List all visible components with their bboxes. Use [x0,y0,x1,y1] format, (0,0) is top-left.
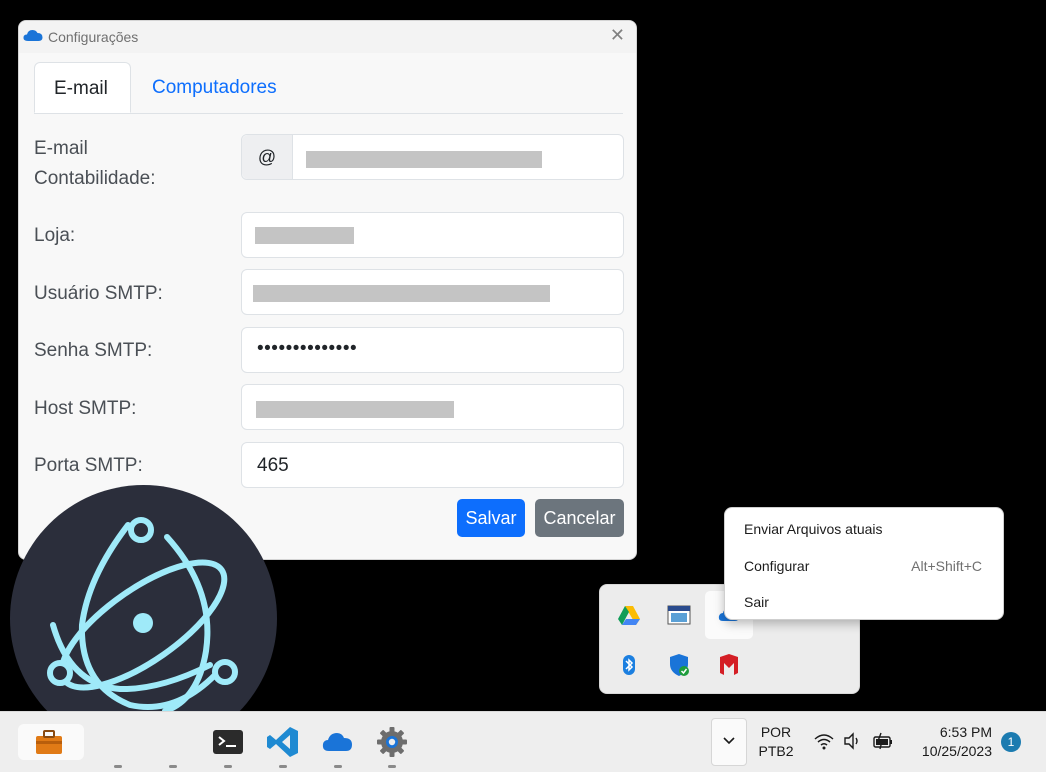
taskbar-app-vscode[interactable] [265,724,301,768]
briefcase-icon [36,730,62,754]
redacted-value [253,285,550,302]
running-indicator [169,765,177,768]
vscode-icon [267,727,298,757]
taskbar-app-onedrive[interactable] [320,724,356,768]
taskbar-app-briefcase[interactable] [18,724,84,760]
smtp-port-label: Porta SMTP: [34,455,143,476]
running-indicator [279,765,287,768]
mcafee-icon[interactable] [715,651,743,679]
running-indicator [334,765,342,768]
taskbar-app-chrome[interactable] [155,724,191,768]
chevron-down-icon [723,737,735,745]
onedrive-icon [322,733,352,751]
volume-icon[interactable] [842,730,864,752]
settings-window: Configurações ✕ E-mail Computadores E-ma… [18,20,637,560]
battery-charging-icon[interactable] [872,730,894,752]
smtp-password-label: Senha SMTP: [34,340,153,361]
clock-date: 10/25/2023 [921,743,992,759]
taskbar-app-file-explorer[interactable] [100,724,136,768]
window-title: Configurações [48,29,139,45]
cancel-button[interactable]: Cancelar [535,499,624,537]
tray-context-menu: Enviar Arquivos atuais Configurar Alt+Sh… [724,507,1004,620]
tab-computadores[interactable]: Computadores [148,62,281,113]
tab-bar: E-mail Computadores [34,62,623,114]
clock[interactable]: 6:53 PM 10/25/2023 [912,723,992,761]
title-bar[interactable]: Configurações ✕ [19,21,636,53]
wifi-icon[interactable] [813,730,835,752]
menu-shortcut-configurar: Alt+Shift+C [911,558,982,574]
taskbar-app-settings[interactable] [374,724,410,768]
clock-time: 6:53 PM [939,724,992,740]
smtp-port-field[interactable]: 465 [241,442,624,488]
show-hidden-icons-button[interactable] [711,718,747,766]
menu-item-configurar[interactable]: Configurar [744,558,809,574]
running-indicator [224,765,232,768]
close-button[interactable]: ✕ [610,25,625,46]
save-button[interactable]: Salvar [457,499,525,537]
projeto-app-icon[interactable] [665,601,693,629]
email-contabilidade-label: E-mail Contabilidade: [34,138,156,189]
bluetooth-icon[interactable] [615,651,643,679]
taskbar-app-terminal[interactable] [210,724,246,768]
at-addon: @ [242,135,293,179]
loja-field[interactable] [241,212,624,258]
menu-item-enviar-arquivos[interactable]: Enviar Arquivos atuais [744,521,883,537]
google-drive-icon[interactable] [615,601,643,629]
redacted-value [256,401,454,418]
onedrive-icon [23,30,43,41]
smtp-password-field[interactable]: •••••••••••••• [241,327,624,373]
loja-label: Loja: [34,225,76,246]
menu-item-sair[interactable]: Sair [744,594,769,610]
redacted-value [306,151,542,168]
running-indicator [114,765,122,768]
smtp-user-field[interactable] [241,269,624,315]
email-contabilidade-field[interactable]: @ [241,134,624,180]
smtp-host-label: Host SMTP: [34,398,137,419]
settings-gear-icon [377,727,407,757]
notification-badge[interactable]: 1 [1001,732,1021,752]
password-dots: •••••••••••••• [257,338,358,359]
input-language-indicator[interactable]: POR PTB2 [758,723,794,761]
terminal-icon [213,730,243,754]
running-indicator [388,765,396,768]
redacted-value [255,227,354,244]
smtp-port-value: 465 [257,455,289,476]
tab-email[interactable]: E-mail [34,62,131,113]
windows-security-icon[interactable] [665,651,693,679]
taskbar: POR PTB2 6:53 PM 10/25/2023 1 [0,711,1046,772]
smtp-user-label: Usuário SMTP: [34,283,163,304]
smtp-host-field[interactable] [241,384,624,430]
